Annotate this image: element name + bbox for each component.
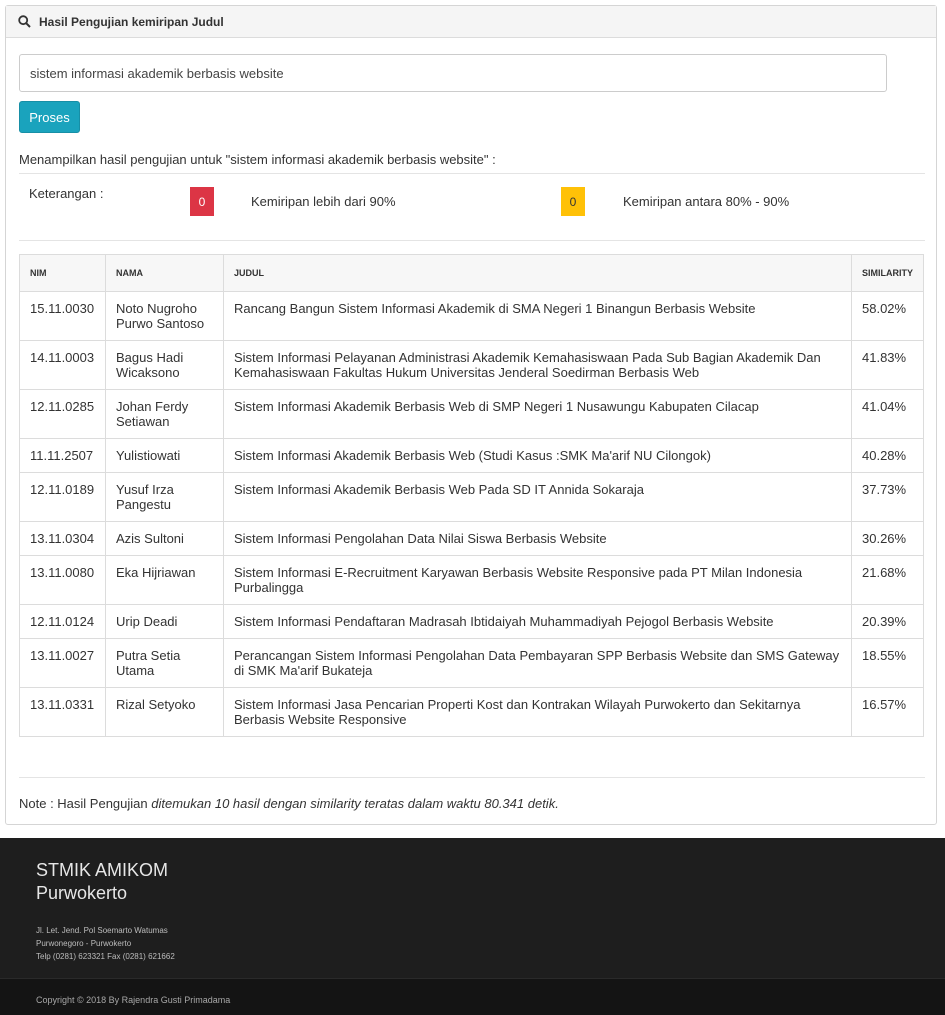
cell-nim: 12.11.0124	[19, 604, 106, 639]
cell-nim: 13.11.0304	[19, 521, 106, 556]
table-row: 13.11.0304 Azis Sultoni Sistem Informasi…	[19, 521, 924, 556]
cell-nim: 13.11.0080	[19, 555, 106, 605]
cell-judul: Sistem Informasi Jasa Pencarian Properti…	[223, 687, 852, 737]
divider	[19, 173, 925, 174]
cell-nim: 12.11.0189	[19, 472, 106, 522]
table-header-row: NIM NAMA JUDUL SIMILARITY	[19, 254, 924, 292]
table-row: 12.11.0124 Urip Deadi Sistem Informasi P…	[19, 604, 924, 639]
results-table: NIM NAMA JUDUL SIMILARITY 15.11.0030 Not…	[19, 254, 924, 737]
footer-address-line: Purwonegoro - Purwokerto	[36, 939, 132, 948]
legend-label: Keterangan :	[29, 186, 104, 201]
copyright-text: Copyright © 2018 By Rajendra Gusti Prima…	[36, 995, 231, 1005]
cell-nama: Johan Ferdy Setiawan	[105, 389, 224, 439]
cell-nim: 13.11.0027	[19, 638, 106, 688]
yellow-count-badge: 0	[561, 187, 585, 216]
cell-judul: Rancang Bangun Sistem Informasi Akademik…	[223, 291, 852, 341]
cell-nama: Azis Sultoni	[105, 521, 224, 556]
cell-similarity: 18.55%	[851, 638, 924, 688]
cell-judul: Sistem Informasi Akademik Berbasis Web (…	[223, 438, 852, 473]
note-detail: ditemukan 10 hasil dengan similarity ter…	[151, 796, 559, 811]
footer-org-city: Purwokerto	[36, 883, 128, 903]
footer-phone-line: Telp (0281) 623321 Fax (0281) 621662	[36, 952, 175, 961]
cell-nama: Yusuf Irza Pangestu	[105, 472, 224, 522]
cell-nim: 15.11.0030	[19, 291, 106, 341]
cell-nama: Bagus Hadi Wicaksono	[105, 340, 224, 390]
cell-similarity: 20.39%	[851, 604, 924, 639]
table-row: 15.11.0030 Noto Nugroho Purwo Santoso Ra…	[19, 291, 924, 341]
cell-nama: Noto Nugroho Purwo Santoso	[105, 291, 224, 341]
cell-nim: 13.11.0331	[19, 687, 106, 737]
cell-nim: 14.11.0003	[19, 340, 106, 390]
cell-judul: Sistem Informasi E-Recruitment Karyawan …	[223, 555, 852, 605]
header-similarity: SIMILARITY	[851, 254, 924, 292]
copyright-bar: Copyright © 2018 By Rajendra Gusti Prima…	[0, 978, 945, 1015]
panel-title: Hasil Pengujian kemiripan Judul	[39, 14, 224, 29]
search-icon	[18, 15, 31, 28]
yellow-legend-text: Kemiripan antara 80% - 90%	[623, 194, 790, 209]
divider	[19, 777, 925, 778]
table-row: 12.11.0189 Yusuf Irza Pangestu Sistem In…	[19, 472, 924, 522]
cell-nama: Rizal Setyoko	[105, 687, 224, 737]
cell-similarity: 21.68%	[851, 555, 924, 605]
table-row: 11.11.2507 Yulistiowati Sistem Informasi…	[19, 438, 924, 473]
table-row: 13.11.0027 Putra Setia Utama Perancangan…	[19, 638, 924, 688]
title-search-input[interactable]	[19, 54, 887, 92]
table-row: 14.11.0003 Bagus Hadi Wicaksono Sistem I…	[19, 340, 924, 390]
red-legend-text: Kemiripan lebih dari 90%	[251, 194, 396, 209]
cell-similarity: 16.57%	[851, 687, 924, 737]
site-footer: STMIK AMIKOM Purwokerto Jl. Let. Jend. P…	[0, 838, 945, 978]
result-message: Menampilkan hasil pengujian untuk "siste…	[19, 152, 496, 167]
cell-similarity: 41.83%	[851, 340, 924, 390]
table-row: 13.11.0080 Eka Hijriawan Sistem Informas…	[19, 555, 924, 605]
footer-address-line: Jl. Let. Jend. Pol Soemarto Watumas	[36, 926, 168, 935]
cell-nim: 12.11.0285	[19, 389, 106, 439]
cell-judul: Perancangan Sistem Informasi Pengolahan …	[223, 638, 852, 688]
header-nama: NAMA	[105, 254, 224, 292]
cell-nama: Yulistiowati	[105, 438, 224, 473]
panel-header: Hasil Pengujian kemiripan Judul	[6, 6, 936, 38]
table-row: 13.11.0331 Rizal Setyoko Sistem Informas…	[19, 687, 924, 737]
footer-org-name: STMIK AMIKOM	[36, 860, 169, 880]
cell-judul: Sistem Informasi Pendaftaran Madrasah Ib…	[223, 604, 852, 639]
cell-judul: Sistem Informasi Pengolahan Data Nilai S…	[223, 521, 852, 556]
cell-similarity: 58.02%	[851, 291, 924, 341]
cell-judul: Sistem Informasi Akademik Berbasis Web P…	[223, 472, 852, 522]
cell-similarity: 41.04%	[851, 389, 924, 439]
cell-nama: Putra Setia Utama	[105, 638, 224, 688]
result-note: Note : Hasil Pengujian ditemukan 10 hasi…	[19, 796, 559, 811]
cell-similarity: 30.26%	[851, 521, 924, 556]
table-row: 12.11.0285 Johan Ferdy Setiawan Sistem I…	[19, 389, 924, 439]
proses-button[interactable]: Proses	[19, 101, 80, 133]
cell-nama: Urip Deadi	[105, 604, 224, 639]
cell-similarity: 40.28%	[851, 438, 924, 473]
cell-nim: 11.11.2507	[19, 438, 106, 473]
red-count-badge: 0	[190, 187, 214, 216]
cell-judul: Sistem Informasi Akademik Berbasis Web d…	[223, 389, 852, 439]
divider	[19, 240, 925, 241]
cell-similarity: 37.73%	[851, 472, 924, 522]
result-panel: Hasil Pengujian kemiripan Judul Proses M…	[5, 5, 937, 825]
header-nim: NIM	[19, 254, 106, 292]
note-prefix: Note : Hasil Pengujian	[19, 796, 152, 811]
cell-judul: Sistem Informasi Pelayanan Administrasi …	[223, 340, 852, 390]
header-judul: JUDUL	[223, 254, 852, 292]
cell-nama: Eka Hijriawan	[105, 555, 224, 605]
